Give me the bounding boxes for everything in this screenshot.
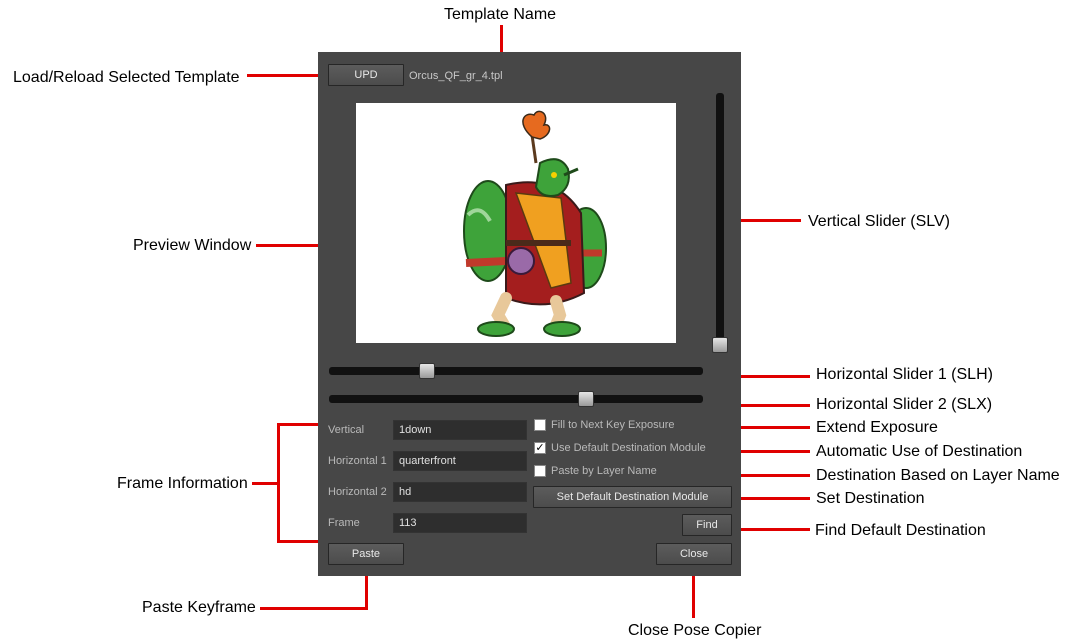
template-name: Orcus_QF_gr_4.tpl bbox=[409, 70, 503, 82]
callout-load-reload: Load/Reload Selected Template bbox=[13, 69, 240, 86]
callout-horizontal-slider-2: Horizontal Slider 2 (SLX) bbox=[816, 396, 993, 413]
callout-close-pose-copier: Close Pose Copier bbox=[628, 622, 762, 639]
find-button[interactable]: Find bbox=[682, 514, 732, 536]
callout-line-load-reload bbox=[247, 74, 321, 77]
callout-template-name: Template Name bbox=[444, 6, 557, 23]
callout-paste-keyframe: Paste Keyframe bbox=[142, 599, 256, 616]
paste-by-layer-name-label: Paste by Layer Name bbox=[551, 465, 657, 477]
paste-by-layer-name-checkbox[interactable] bbox=[534, 465, 546, 477]
set-default-destination-button[interactable]: Set Default Destination Module bbox=[533, 486, 732, 508]
use-default-destination-label: Use Default Destination Module bbox=[551, 442, 706, 454]
callout-extend-exposure: Extend Exposure bbox=[816, 419, 938, 436]
frame-label: Frame bbox=[328, 517, 360, 529]
horizontal-2-field[interactable]: hd bbox=[393, 482, 527, 502]
horizontal-1-label: Horizontal 1 bbox=[328, 455, 387, 467]
fill-next-key-checkbox[interactable] bbox=[534, 419, 546, 431]
use-default-destination-checkbox[interactable]: ✓ bbox=[534, 442, 546, 454]
horizontal-slider-2-track[interactable] bbox=[329, 395, 703, 403]
vertical-label: Vertical bbox=[328, 424, 365, 436]
callout-bracket-frame-bottom bbox=[278, 540, 322, 543]
horizontal-slider-2-handle[interactable] bbox=[578, 391, 594, 407]
callout-set-destination: Set Destination bbox=[816, 490, 925, 507]
callout-horizontal-slider-1: Horizontal Slider 1 (SLH) bbox=[816, 366, 993, 383]
callout-bracket-frame-top bbox=[278, 423, 322, 426]
callout-destination-layer-name: Destination Based on Layer Name bbox=[816, 467, 1060, 484]
callout-line-paste-keyframe-v bbox=[365, 570, 368, 610]
callout-frame-information: Frame Information bbox=[117, 475, 248, 492]
callout-line-close-pose-copier bbox=[692, 570, 695, 618]
callout-line-frame-information bbox=[252, 482, 279, 485]
callout-line-set-destination bbox=[733, 497, 810, 500]
callout-find-default: Find Default Destination bbox=[815, 522, 986, 539]
preview-window bbox=[356, 103, 676, 343]
horizontal-slider-1-track[interactable] bbox=[329, 367, 703, 375]
character-preview bbox=[463, 110, 607, 337]
callout-line-paste-keyframe-h bbox=[260, 607, 368, 610]
horizontal-slider-1-handle[interactable] bbox=[419, 363, 435, 379]
callout-vertical-slider: Vertical Slider (SLV) bbox=[808, 213, 950, 230]
frame-field[interactable]: 113 bbox=[393, 513, 527, 533]
upd-button[interactable]: UPD bbox=[328, 64, 404, 86]
close-button[interactable]: Close bbox=[656, 543, 732, 565]
horizontal-2-label: Horizontal 2 bbox=[328, 486, 387, 498]
vertical-field[interactable]: 1down bbox=[393, 420, 527, 440]
fill-next-key-label: Fill to Next Key Exposure bbox=[551, 419, 675, 431]
callout-automatic-use: Automatic Use of Destination bbox=[816, 443, 1023, 460]
horizontal-1-field[interactable]: quarterfront bbox=[393, 451, 527, 471]
pose-copier-panel: UPD Orcus_QF_gr_4.tpl Vertical 1down Hor… bbox=[318, 52, 741, 576]
vertical-slider-handle[interactable] bbox=[712, 337, 728, 353]
paste-button[interactable]: Paste bbox=[328, 543, 404, 565]
vertical-slider-track[interactable] bbox=[716, 93, 724, 351]
callout-preview-window: Preview Window bbox=[133, 237, 252, 254]
